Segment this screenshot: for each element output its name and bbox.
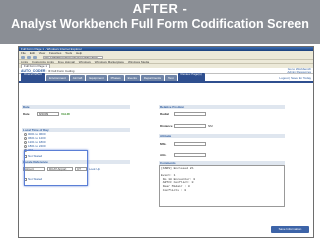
date-row: Date 8/2009 VALID: [22, 111, 130, 116]
agl-input[interactable]: [174, 152, 206, 157]
radio-button[interactable]: [24, 132, 27, 136]
menu-view[interactable]: View: [39, 51, 45, 55]
radial-row: Radial: [159, 111, 285, 116]
slide-title: AFTER - Analyst Workbench Full Form Codi…: [0, 0, 320, 44]
nav-tab-events[interactable]: Events: [124, 75, 140, 81]
slide-title-line1: AFTER -: [132, 1, 188, 16]
browser-screenshot: Full Form Page 1 - Windows Internet Expl…: [18, 46, 314, 238]
links-item[interactable]: Windows: [79, 60, 91, 64]
back-icon[interactable]: [21, 55, 25, 59]
links-item[interactable]: Windows Marketplace: [95, 60, 124, 64]
links-item[interactable]: Free Hotmail: [58, 60, 75, 64]
agl-row: AGL: [159, 152, 285, 157]
msl-row: MSL: [159, 141, 285, 146]
date-status: VALID: [61, 111, 70, 116]
refresh-icon[interactable]: [33, 55, 37, 59]
nav-tab-environment[interactable]: Environment: [45, 75, 69, 81]
date-input[interactable]: 8/2009: [37, 111, 59, 116]
look-up-link[interactable]: Look Up: [89, 167, 100, 171]
app-title-sub: : IF Full Form Coding: [46, 68, 75, 73]
radio-button[interactable]: [24, 136, 27, 140]
right-column: Relative Position Radial Distance NM Alt…: [159, 105, 285, 207]
nav-tab-test[interactable]: Test: [165, 75, 177, 81]
highlight-box: [24, 150, 88, 186]
admin-resources-link[interactable]: Admin Resources: [287, 70, 311, 74]
comments-textarea[interactable]: [ASRS] Enclosed 2b Event: 1 No 18 Encoun…: [159, 165, 285, 207]
msl-label: MSL: [160, 141, 167, 146]
nav-tab-review[interactable]: Review Page(s): [177, 72, 205, 81]
radial-input[interactable]: [174, 111, 206, 116]
nav-tab-aircraft[interactable]: Aircraft: [69, 75, 86, 81]
menu-help[interactable]: Help: [76, 51, 82, 55]
agl-label: AGL: [160, 152, 167, 157]
relative-position-section-header: Relative Position: [159, 105, 285, 109]
slide-title-line2: Analyst Workbench Full Form Codification…: [11, 17, 309, 31]
app-nav-tabs: Overall Effect Environment Aircraft Equi…: [19, 72, 313, 83]
msl-input[interactable]: [174, 141, 206, 146]
menu-favorites[interactable]: Favorites: [49, 51, 61, 55]
forward-icon[interactable]: [27, 55, 31, 59]
nav-tab-departments[interactable]: Departments: [140, 75, 165, 81]
distance-row: Distance NM: [159, 123, 285, 128]
nav-tab-phases[interactable]: Phases: [107, 75, 124, 81]
address-bar[interactable]: http://sagawb/AWB/FullFormPage1.aspx: [43, 55, 103, 59]
radio-button[interactable]: [24, 140, 27, 144]
menu-tools[interactable]: Tools: [65, 51, 72, 55]
distance-label: Distance: [160, 123, 173, 128]
save-information-button[interactable]: Save Information: [271, 226, 309, 233]
browser-tab[interactable]: Full Form Page 1: [21, 64, 51, 68]
distance-input[interactable]: [174, 123, 206, 128]
date-label: Date: [23, 111, 30, 116]
altitude-section-header: Altitude: [159, 134, 285, 138]
date-section-header: Date: [22, 105, 130, 109]
distance-unit: NM: [208, 123, 213, 128]
nav-tab-equipment[interactable]: Equipment: [86, 75, 107, 81]
links-item[interactable]: Windows Media: [128, 60, 149, 64]
logout-link[interactable]: Logout | Save for Today: [279, 76, 311, 80]
nav-tab-overall-effect[interactable]: Overall Effect: [21, 72, 45, 81]
radio-button-selected[interactable]: [24, 144, 27, 148]
menu-file[interactable]: File: [21, 51, 26, 55]
radial-label: Radial: [160, 111, 170, 116]
menu-edit[interactable]: Edit: [30, 51, 35, 55]
header-links: Go to Workbench Admin Resources: [287, 67, 311, 74]
